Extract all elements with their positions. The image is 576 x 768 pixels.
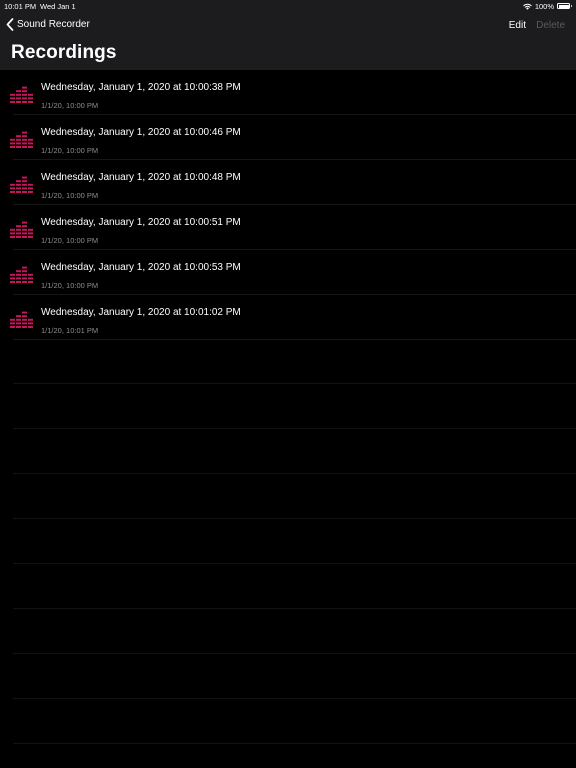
row-separator <box>13 698 576 699</box>
audio-levels-icon <box>10 176 33 193</box>
audio-levels-icon <box>10 86 33 103</box>
row-separator <box>13 383 576 384</box>
recording-date: 1/1/20, 10:01 PM <box>41 326 99 335</box>
recording-date: 1/1/20, 10:00 PM <box>41 191 99 200</box>
row-separator <box>13 653 576 654</box>
recording-row[interactable]: Wednesday, January 1, 2020 at 10:00:53 P… <box>0 250 576 295</box>
recording-title: Wednesday, January 1, 2020 at 10:00:38 P… <box>41 82 241 93</box>
audio-levels-icon <box>10 131 33 148</box>
battery-icon <box>557 3 572 9</box>
status-bar: 10:01 PM Wed Jan 1 100% <box>0 0 576 12</box>
row-separator <box>13 563 576 564</box>
row-separator <box>13 518 576 519</box>
header: 10:01 PM Wed Jan 1 100% Sound Recorder E… <box>0 0 576 70</box>
delete-button: Delete <box>536 20 565 31</box>
recording-title: Wednesday, January 1, 2020 at 10:00:51 P… <box>41 217 241 228</box>
navigation-bar: Sound Recorder Edit Delete <box>0 14 576 38</box>
chevron-left-icon <box>6 18 14 31</box>
recording-date: 1/1/20, 10:00 PM <box>41 146 99 155</box>
back-button-label: Sound Recorder <box>17 19 90 30</box>
status-indicators: 100% <box>523 1 572 11</box>
recording-date: 1/1/20, 10:00 PM <box>41 236 99 245</box>
recording-title: Wednesday, January 1, 2020 at 10:01:02 P… <box>41 307 241 318</box>
edit-button[interactable]: Edit <box>509 20 526 31</box>
status-date: Wed Jan 1 <box>40 2 76 11</box>
recordings-list: Wednesday, January 1, 2020 at 10:00:38 P… <box>0 70 576 340</box>
recording-title: Wednesday, January 1, 2020 at 10:00:53 P… <box>41 262 241 273</box>
empty-list-area <box>0 340 576 768</box>
row-separator <box>13 743 576 744</box>
status-time: 10:01 PM <box>4 2 37 11</box>
recording-row[interactable]: Wednesday, January 1, 2020 at 10:01:02 P… <box>0 295 576 340</box>
recording-row[interactable]: Wednesday, January 1, 2020 at 10:00:48 P… <box>0 160 576 205</box>
recording-row[interactable]: Wednesday, January 1, 2020 at 10:00:46 P… <box>0 115 576 160</box>
recording-row[interactable]: Wednesday, January 1, 2020 at 10:00:51 P… <box>0 205 576 250</box>
row-separator <box>13 608 576 609</box>
audio-levels-icon <box>10 266 33 283</box>
recording-row[interactable]: Wednesday, January 1, 2020 at 10:00:38 P… <box>0 70 576 115</box>
sound-recorder-screen: 10:01 PM Wed Jan 1 100% Sound Recorder E… <box>0 0 576 768</box>
recording-title: Wednesday, January 1, 2020 at 10:00:46 P… <box>41 127 241 138</box>
row-separator <box>13 428 576 429</box>
page-title: Recordings <box>11 42 117 63</box>
audio-levels-icon <box>10 311 33 328</box>
wifi-icon <box>523 3 532 10</box>
recording-title: Wednesday, January 1, 2020 at 10:00:48 P… <box>41 172 241 183</box>
back-button[interactable]: Sound Recorder <box>6 18 90 31</box>
recording-date: 1/1/20, 10:00 PM <box>41 281 99 290</box>
recording-date: 1/1/20, 10:00 PM <box>41 101 99 110</box>
audio-levels-icon <box>10 221 33 238</box>
battery-percentage: 100% <box>534 1 554 11</box>
row-separator <box>13 473 576 474</box>
